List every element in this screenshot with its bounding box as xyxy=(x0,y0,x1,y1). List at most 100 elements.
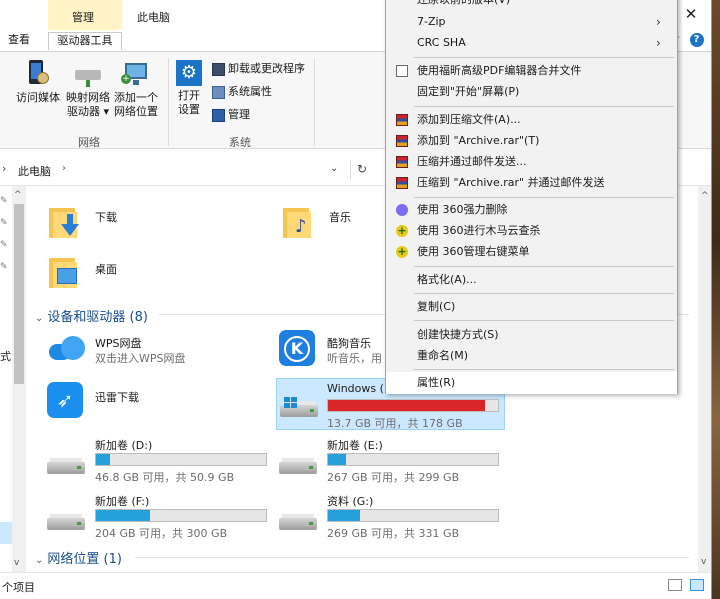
breadcrumb-this-pc[interactable]: 此电脑 xyxy=(18,163,51,179)
submenu-arrow-icon: › xyxy=(656,15,661,29)
drive-name: 新加卷 (E:) xyxy=(327,439,383,452)
app-name: 酷狗音乐 xyxy=(327,337,371,350)
drive-free-space: 204 GB 可用，共 300 GB xyxy=(95,527,228,540)
address-history-dropdown-icon[interactable]: ⌄ xyxy=(330,163,338,174)
drive-free-space: 269 GB 可用，共 331 GB xyxy=(327,527,460,540)
tab-view[interactable]: 查看 xyxy=(2,32,36,50)
menu-item-foxit-merge[interactable]: 使用福昕高级PDF编辑器合并文件 xyxy=(386,60,677,82)
ribbon-group-separator xyxy=(314,58,315,146)
manage-label: 管理 xyxy=(228,108,250,121)
drive-usage-bar xyxy=(327,399,499,412)
scroll-up-icon[interactable]: ^ xyxy=(701,191,709,201)
menu-item-360-force-delete[interactable]: 使用 360强力删除 xyxy=(386,199,677,221)
tab-drive-tools[interactable]: 驱动器工具 xyxy=(48,32,122,50)
collapse-chevron-icon[interactable]: ⌄ xyxy=(35,555,43,566)
folder-desktop[interactable]: 桌面 xyxy=(49,256,169,296)
menu-item-restore-previous[interactable]: 还原以前的版本(V) xyxy=(386,0,677,11)
system-properties-icon xyxy=(212,85,225,99)
submenu-arrow-icon: › xyxy=(656,36,661,50)
file-explorer-window: 管理 此电脑 ✕ 查看 驱动器工具 ^ ? 访问媒体 映射网络 驱动器 ▾ + … xyxy=(0,0,712,599)
folder-name: 下载 xyxy=(95,211,117,224)
menu-item-rename[interactable]: 重命名(M) xyxy=(386,345,677,367)
windows-drive-icon xyxy=(280,397,320,421)
collapse-chevron-icon[interactable]: ⌄ xyxy=(35,313,43,324)
menu-item-create-shortcut[interactable]: 创建快捷方式(S) xyxy=(386,324,677,346)
content-scrollbar[interactable] xyxy=(698,186,711,572)
menu-item-properties[interactable]: 属性(R) xyxy=(386,372,677,394)
app-subtitle: 听音乐，用 xyxy=(327,352,382,365)
add-network-location-button[interactable]: + 添加一个 网络位置 xyxy=(112,60,160,119)
app-subtitle: 双击进入WPS网盘 xyxy=(95,352,186,365)
details-view-icon[interactable] xyxy=(668,579,682,591)
section-header-network[interactable]: ⌄ 网络位置 (1) xyxy=(35,548,122,567)
menu-item-add-to-archive[interactable]: 添加到压缩文件(A)... xyxy=(386,109,677,131)
nav-selected-item[interactable] xyxy=(0,522,12,544)
map-network-drive-button[interactable]: 映射网络 驱动器 ▾ xyxy=(64,60,112,119)
system-properties-button[interactable]: 系统属性 xyxy=(212,83,272,101)
menu-item-pin-to-start[interactable]: 固定到"开始"屏幕(P) xyxy=(386,81,677,103)
context-menu: 还原以前的版本(V) 7-Zip› CRC SHA› 使用福昕高级PDF编辑器合… xyxy=(385,0,678,394)
section-header-devices[interactable]: ⌄ 设备和驱动器 (8) xyxy=(35,306,148,325)
breadcrumb-chevron-icon[interactable]: › xyxy=(62,163,66,174)
context-tab-group-manage[interactable]: 管理 xyxy=(48,0,122,30)
nav-scroll-up-icon[interactable]: ^ xyxy=(14,190,22,200)
menu-item-add-to-archive-rar[interactable]: 添加到 "Archive.rar"(T) xyxy=(386,130,677,152)
uninstall-icon xyxy=(212,62,225,76)
menu-item-compress-rar-and-email[interactable]: 压缩到 "Archive.rar" 并通过邮件发送 xyxy=(386,172,677,194)
section-divider xyxy=(135,557,689,558)
map-drive-label-line1: 映射网络 xyxy=(66,91,110,104)
desktop-folder-icon xyxy=(49,256,79,290)
drive-icon xyxy=(279,510,319,534)
menu-item-format[interactable]: 格式化(A)... xyxy=(386,269,677,291)
app-name: 迅雷下载 xyxy=(95,391,139,404)
access-media-button[interactable]: 访问媒体 xyxy=(14,60,62,105)
menu-item-compress-and-email[interactable]: 压缩并通过邮件发送... xyxy=(386,151,677,173)
network-location-icon: + xyxy=(121,60,151,88)
360-icon: + xyxy=(396,224,408,237)
drive-usage-fill xyxy=(96,454,110,465)
drive-usage-bar xyxy=(95,453,267,466)
gear-icon: ⚙ xyxy=(176,60,202,86)
app-xunlei-download[interactable]: ➶ 迅雷下载 xyxy=(47,382,227,422)
drive-e[interactable]: 新加卷 (E:) 267 GB 可用，共 299 GB xyxy=(279,434,509,484)
drive-usage-bar xyxy=(327,509,499,522)
scroll-down-icon[interactable]: v xyxy=(701,557,706,567)
menu-item-360-manage-menu[interactable]: + 使用 360管理右键菜单 xyxy=(386,241,677,263)
drive-name: 新加卷 (F:) xyxy=(95,495,150,508)
app-wps-cloud[interactable]: WPS网盘 双击进入WPS网盘 xyxy=(47,332,267,372)
open-settings-button[interactable]: ⚙ 打开 设置 xyxy=(172,60,206,117)
uninstall-programs-button[interactable]: 卸载或更改程序 xyxy=(212,60,305,78)
item-count: 个项目 xyxy=(2,581,35,594)
nav-scrollbar-thumb[interactable] xyxy=(14,204,24,384)
refresh-icon[interactable]: ↻ xyxy=(357,162,367,176)
drive-usage-bar xyxy=(327,453,499,466)
drive-free-space: 13.7 GB 可用，共 178 GB xyxy=(327,417,463,430)
menu-item-crc-sha[interactable]: CRC SHA › xyxy=(386,32,677,54)
folder-downloads[interactable]: 下载 xyxy=(49,206,169,246)
drive-icon xyxy=(47,454,87,478)
large-icons-view-icon[interactable] xyxy=(690,579,704,591)
menu-item-7zip[interactable]: 7-Zip › xyxy=(386,11,677,33)
help-icon[interactable]: ? xyxy=(689,33,704,47)
winrar-icon xyxy=(396,114,408,126)
map-drive-label-line2: 驱动器 ▾ xyxy=(66,105,110,118)
app-kugou-music[interactable]: K 酷狗音乐 听音乐，用 xyxy=(279,330,389,370)
pin-icon[interactable]: ✎ xyxy=(0,262,8,272)
pin-icon[interactable]: ✎ xyxy=(0,196,8,206)
menu-item-360-trojan-scan[interactable]: + 使用 360进行木马云查杀 xyxy=(386,220,677,242)
drive-name: 新加卷 (D:) xyxy=(95,439,153,452)
pin-icon[interactable]: ✎ xyxy=(0,218,8,228)
ribbon-group-system-label: 系统 xyxy=(229,136,251,149)
manage-button[interactable]: 管理 xyxy=(212,106,250,124)
close-window-button[interactable]: ✕ xyxy=(680,4,702,26)
winrar-icon xyxy=(396,177,408,189)
breadcrumb-root-chevron-icon[interactable]: › xyxy=(2,162,6,175)
nav-scroll-down-icon[interactable]: v xyxy=(14,558,19,568)
drive-d[interactable]: 新加卷 (D:) 46.8 GB 可用，共 50.9 GB xyxy=(47,434,277,484)
drive-g[interactable]: 资料 (G:) 269 GB 可用，共 331 GB xyxy=(279,490,509,540)
drive-usage-fill xyxy=(96,510,151,521)
drive-f[interactable]: 新加卷 (F:) 204 GB 可用，共 300 GB xyxy=(47,490,277,540)
folder-name: 音乐 xyxy=(329,211,351,224)
menu-item-copy[interactable]: 复制(C) xyxy=(386,296,677,318)
pin-icon[interactable]: ✎ xyxy=(0,240,8,250)
